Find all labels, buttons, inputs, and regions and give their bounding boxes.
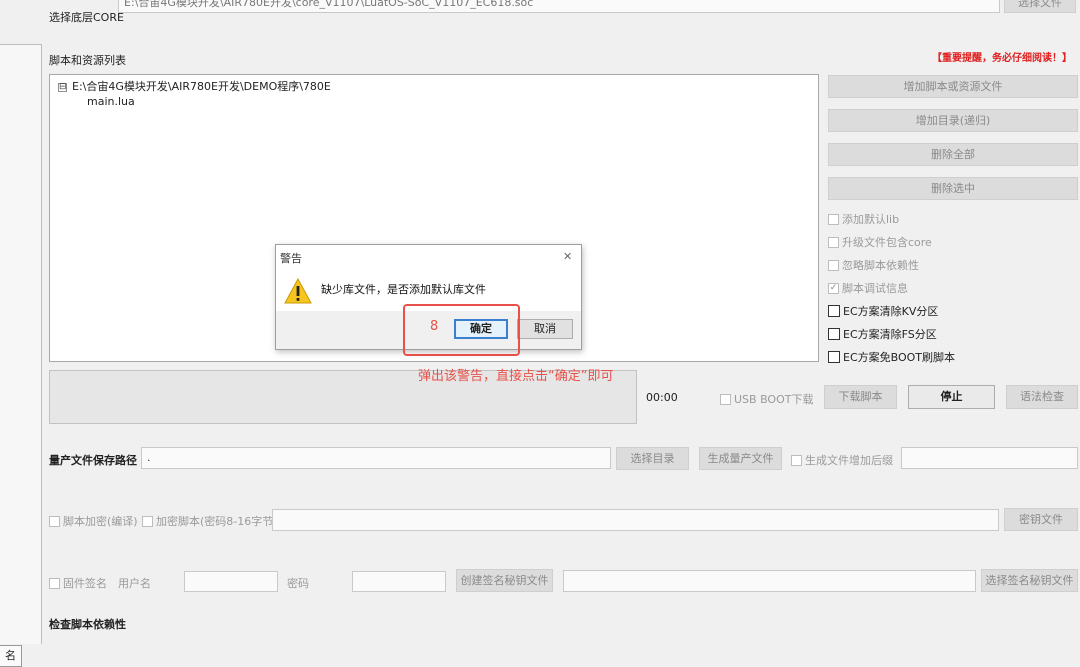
option-label: 加密脚本(密码8-16字节) <box>156 515 278 528</box>
dialog-title: 警告 <box>280 252 302 265</box>
option-label: 生成文件增加后缀 <box>805 454 893 467</box>
delete-all-button[interactable]: 删除全部 <box>828 143 1078 166</box>
firmware-sign-option[interactable]: 固件签名 <box>49 575 107 591</box>
mass-production-label: 量产文件保存路径 <box>49 454 137 467</box>
option-label: 添加默认lib <box>842 213 900 226</box>
checkbox[interactable] <box>720 393 731 405</box>
option-ignore-deps[interactable]: 忽略脚本依赖性 <box>828 257 919 273</box>
tree-expander-icon[interactable]: ⊟ <box>58 82 67 92</box>
cancel-button[interactable]: 取消 <box>517 319 573 339</box>
tree-root-row[interactable]: ⊟ E:\合宙4G模块开发\AIR780E开发\DEMO程序\780E <box>58 78 331 94</box>
checkbox[interactable] <box>828 351 840 363</box>
option-ec-no-boot[interactable]: EC方案免BOOT刷脚本 <box>828 349 955 365</box>
core-path-input[interactable]: E:\合宙4G模块开发\AIR780E开发\core_V1107\LuatOS-… <box>118 0 1000 13</box>
select-directory-button[interactable]: 选择目录 <box>616 447 689 470</box>
password-input[interactable] <box>352 571 446 592</box>
add-script-button[interactable]: 增加脚本或资源文件 <box>828 75 1078 98</box>
checkbox[interactable] <box>828 328 840 340</box>
username-input[interactable] <box>184 571 278 592</box>
left-panel <box>0 44 42 644</box>
download-script-button[interactable]: 下载脚本 <box>824 385 897 409</box>
option-label: EC方案免BOOT刷脚本 <box>843 351 956 364</box>
checkbox[interactable] <box>49 577 60 589</box>
usb-boot-option[interactable]: USB BOOT下载 <box>720 391 813 407</box>
checkbox[interactable] <box>828 213 839 225</box>
encrypt-with-key-option[interactable]: 加密脚本(密码8-16字节) <box>142 513 278 529</box>
option-label: 脚本调试信息 <box>842 282 908 295</box>
select-core-file-button[interactable]: 选择文件 <box>1004 0 1076 13</box>
checkbox[interactable] <box>828 259 839 271</box>
script-encrypt-option[interactable]: 脚本加密(编译) <box>49 513 138 529</box>
tree-item-label: main.lua <box>87 95 135 108</box>
add-directory-button[interactable]: 增加目录(递归) <box>828 109 1078 132</box>
check-deps-label: 检查脚本依赖性 <box>49 618 126 631</box>
option-upgrade-include-core[interactable]: 升级文件包含core <box>828 234 932 250</box>
option-script-debug-info[interactable]: ✓ 脚本调试信息 <box>828 280 908 296</box>
delete-selected-button[interactable]: 删除选中 <box>828 177 1078 200</box>
create-sign-key-button[interactable]: 创建签名秘钥文件 <box>456 569 553 592</box>
generate-mass-file-button[interactable]: 生成量产文件 <box>699 447 782 470</box>
option-add-default-lib[interactable]: 添加默认lib <box>828 211 899 227</box>
dialog-message: 缺少库文件，是否添加默认库文件 <box>321 283 486 296</box>
annotation-highlight-box <box>403 304 520 356</box>
checkbox[interactable] <box>142 515 153 527</box>
important-notice-link[interactable]: 【重要提醒，务必仔细阅读！】 <box>932 49 1072 64</box>
option-label: 升级文件包含core <box>842 236 932 249</box>
option-label: 脚本加密(编译) <box>63 515 138 528</box>
checkbox-checked[interactable]: ✓ <box>828 282 839 294</box>
add-suffix-option[interactable]: 生成文件增加后缀 <box>791 452 893 468</box>
core-label: 选择底层CORE <box>49 11 124 24</box>
encryption-key-input[interactable] <box>272 509 999 531</box>
checkbox[interactable] <box>791 454 802 466</box>
checkbox[interactable] <box>828 305 840 317</box>
suffix-input[interactable] <box>901 447 1078 469</box>
username-label: 用户名 <box>118 577 151 590</box>
bottom-tab[interactable]: 名 <box>0 645 22 667</box>
option-label: USB BOOT下载 <box>734 393 814 406</box>
option-label: EC方案清除KV分区 <box>843 305 939 318</box>
select-sign-key-button[interactable]: 选择签名秘钥文件 <box>981 569 1078 592</box>
option-label: EC方案清除FS分区 <box>843 328 937 341</box>
tree-item-main-lua[interactable]: main.lua <box>87 95 135 108</box>
annotation-instruction: 弹出该警告，直接点击“确定”即可 <box>418 369 614 384</box>
option-ec-clear-fs[interactable]: EC方案清除FS分区 <box>828 326 937 342</box>
annotation-step-number: 8 <box>430 319 439 334</box>
warning-icon <box>284 278 312 304</box>
password-label: 密码 <box>287 577 309 590</box>
close-icon[interactable]: ✕ <box>563 250 572 263</box>
checkbox[interactable] <box>49 515 60 527</box>
sign-key-path-input[interactable] <box>563 570 976 592</box>
script-list-label: 脚本和资源列表 <box>49 54 126 67</box>
tree-root-label: E:\合宙4G模块开发\AIR780E开发\DEMO程序\780E <box>72 80 331 93</box>
stop-button[interactable]: 停止 <box>908 385 995 409</box>
option-label: 忽略脚本依赖性 <box>842 259 919 272</box>
mass-production-path-input[interactable]: . <box>141 447 611 469</box>
syntax-check-button[interactable]: 语法检查 <box>1006 385 1078 409</box>
key-file-button[interactable]: 密钥文件 <box>1004 508 1078 531</box>
elapsed-time: 00:00 <box>646 391 678 404</box>
option-label: 固件签名 <box>63 577 107 590</box>
checkbox[interactable] <box>828 236 839 248</box>
option-ec-clear-kv[interactable]: EC方案清除KV分区 <box>828 303 938 319</box>
